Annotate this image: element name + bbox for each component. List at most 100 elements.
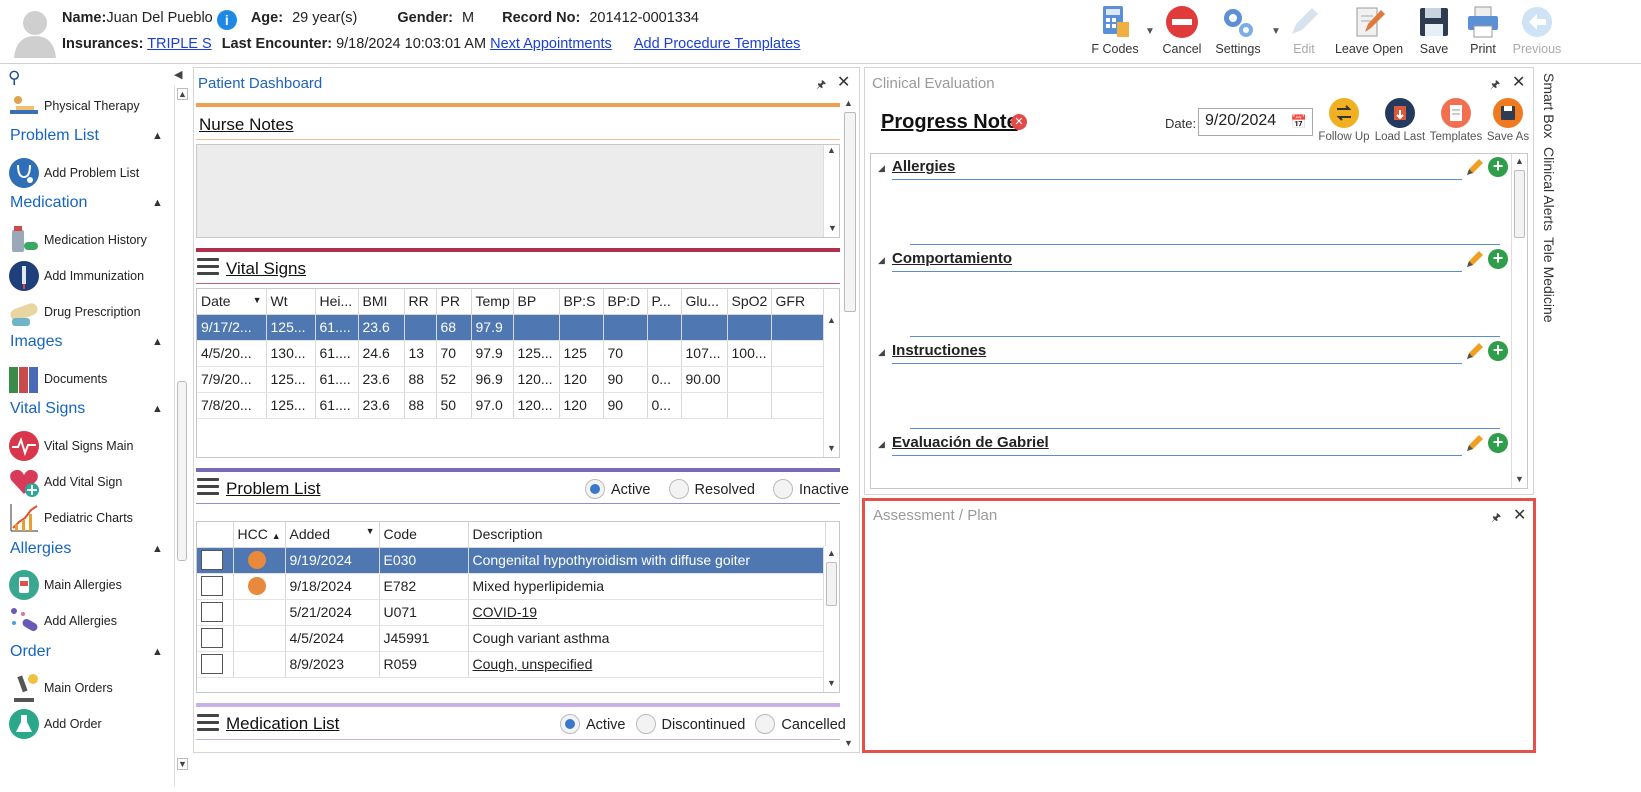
close-icon[interactable]: ✕ [1513, 505, 1526, 525]
scroll-up-icon[interactable]: ▲ [827, 548, 836, 558]
vital-column-header[interactable]: BMI [358, 289, 405, 315]
pencil-icon[interactable] [1464, 248, 1486, 270]
print-button[interactable]: Print [1462, 0, 1504, 60]
section-title[interactable]: Comportamiento [892, 250, 1012, 267]
vital-column-header[interactable]: GFR [771, 289, 824, 315]
nav-item-documents[interactable]: Documents [8, 363, 168, 397]
scroll-up-icon[interactable]: ▲ [844, 98, 853, 108]
collapse-triangle-icon[interactable]: ◢ [878, 439, 885, 450]
scroll-down-icon[interactable]: ▼ [844, 738, 853, 748]
nav-item-pediatric-charts[interactable]: Pediatric Charts [8, 502, 168, 536]
code-column-header[interactable]: Code [379, 522, 469, 548]
nav-item-physical-therapy[interactable]: Physical Therapy [8, 90, 168, 124]
pin-icon[interactable]: 🖈 [1490, 76, 1500, 95]
previous-button[interactable]: Previous [1512, 0, 1562, 60]
pin-icon[interactable]: 🖈 [816, 76, 826, 95]
cancel-button[interactable]: Cancel [1160, 0, 1204, 60]
select-column-header[interactable] [197, 522, 234, 548]
scroll-down-icon[interactable]: ▼ [827, 443, 836, 453]
dashboard-scroll-thumb[interactable] [844, 112, 856, 312]
info-icon[interactable]: i [216, 10, 237, 30]
vital-column-header[interactable]: Wt [266, 289, 316, 315]
table-row[interactable]: 5/21/2024 U071 COVID-19 [197, 599, 826, 626]
templates-button[interactable]: Templates [1428, 98, 1484, 143]
vital-signs-scrollbar[interactable]: ▲ ▼ [823, 313, 839, 457]
table-row[interactable]: 4/5/20... 130... 61.... 24.6 13 70 97.9 125... 1… [197, 340, 824, 367]
vital-column-header[interactable]: Temp [471, 289, 514, 315]
vital-column-header[interactable]: P... [647, 289, 682, 315]
fcodes-button[interactable]: F Codes [1085, 0, 1145, 60]
nav-item-add-allergies[interactable]: Add Allergies [8, 605, 168, 639]
vital-column-header[interactable]: Date ▼ [197, 289, 267, 315]
table-row[interactable]: 9/18/2024 E782 Mixed hyperlipidemia [197, 573, 826, 600]
pencil-icon[interactable] [1464, 432, 1486, 454]
vital-column-header[interactable]: BP:S [559, 289, 604, 315]
added-column-header[interactable]: Added ▼ [285, 522, 380, 548]
scroll-up-icon[interactable]: ▲ [827, 315, 836, 325]
nav-section-allergies[interactable]: Allergies ▲ [10, 540, 163, 558]
nav-item-add-order[interactable]: Add Order [8, 708, 168, 742]
hcc-column-header[interactable]: HCC ▲ [233, 522, 286, 548]
nav-item-add-vital-sign[interactable]: Add Vital Sign [8, 466, 168, 500]
chevron-up-icon[interactable]: ▲ [152, 130, 163, 142]
calendar-icon[interactable]: 📅 [1291, 114, 1307, 130]
progress-note-title[interactable]: Progress Note [881, 111, 1018, 134]
nav-item-main-orders[interactable]: Main Orders [8, 672, 168, 706]
add-icon[interactable]: + [1488, 249, 1508, 269]
pencil-icon[interactable] [1464, 156, 1486, 178]
nav-section-order[interactable]: Order ▲ [10, 643, 163, 661]
nav-item-add-problem-list[interactable]: Add Problem List [8, 157, 168, 191]
pin-icon[interactable]: 🖈 [1491, 509, 1501, 528]
assessment-plan-panel[interactable]: Assessment / Plan 🖈 ✕ [862, 498, 1536, 753]
problem-list-scroll-thumb[interactable] [826, 562, 837, 606]
date-field[interactable]: 9/20/2024 📅 [1198, 108, 1313, 136]
clinical-scrollbar[interactable]: ▲ ▼ [1511, 154, 1527, 488]
nav-section-vital-signs[interactable]: Vital Signs ▲ [10, 400, 163, 418]
insurance-link[interactable]: TRIPLE S [147, 36, 211, 52]
add-procedure-templates-link[interactable]: Add Procedure Templates [634, 36, 801, 52]
column-filter-icon[interactable]: ▼ [366, 526, 375, 536]
vital-column-header[interactable]: RR [404, 289, 437, 315]
vital-column-header[interactable]: PR [436, 289, 472, 315]
nav-section-problem-list[interactable]: Problem List ▲ [10, 127, 163, 145]
pencil-icon[interactable] [1464, 340, 1486, 362]
chevron-up-icon[interactable]: ▲ [152, 336, 163, 348]
edit-button[interactable]: Edit [1286, 0, 1322, 60]
nurse-notes-scrollbar[interactable]: ▲ ▼ [823, 145, 839, 237]
nav-item-drug-prescription[interactable]: Drug Prescription [8, 296, 168, 330]
table-row[interactable]: 8/9/2023 R059 Cough, unspecified [197, 651, 826, 678]
dashboard-scrollbar[interactable]: ▲ ▼ [841, 98, 859, 752]
scroll-down-icon[interactable]: ▼ [828, 223, 837, 233]
hamburger-menu-icon[interactable] [197, 478, 219, 496]
settings-button[interactable]: Settings [1214, 0, 1262, 60]
collapse-triangle-icon[interactable]: ◢ [878, 347, 885, 358]
add-icon[interactable]: + [1488, 157, 1508, 177]
scroll-up-icon[interactable]: ▲ [827, 145, 836, 155]
settings-dropdown-icon[interactable]: ▼ [1271, 26, 1281, 37]
section-title[interactable]: Allergies [892, 158, 955, 175]
hamburger-menu-icon[interactable] [197, 714, 219, 732]
add-icon[interactable]: + [1488, 433, 1508, 453]
radio-resolved[interactable] [668, 479, 689, 499]
nav-scroll-thumb[interactable] [177, 381, 187, 561]
radio-discontinued[interactable] [635, 714, 656, 734]
problem-list-scrollbar[interactable]: ▲ ▼ [823, 546, 839, 692]
row-checkbox[interactable] [201, 602, 223, 622]
nav-item-add-immunization[interactable]: Add Immunization [8, 260, 168, 294]
radio-active[interactable] [560, 714, 580, 734]
leave-open-button[interactable]: Leave Open [1334, 0, 1404, 60]
hamburger-menu-icon[interactable] [197, 258, 219, 276]
collapse-nav-icon[interactable]: ◀ [174, 68, 182, 81]
scroll-up-icon[interactable]: ▲ [177, 88, 188, 100]
vital-column-header[interactable]: Glu... [681, 289, 728, 315]
table-row[interactable]: 7/9/20... 125... 61.... 23.6 88 52 96.9 120... 1… [197, 366, 824, 393]
vital-column-header[interactable]: BP [513, 289, 560, 315]
vital-column-header[interactable]: BP:D [603, 289, 648, 315]
nav-section-images[interactable]: Images ▲ [10, 333, 163, 351]
close-icon[interactable]: ✕ [1512, 72, 1525, 92]
chevron-up-icon[interactable]: ▲ [152, 646, 163, 658]
clinical-scroll-thumb[interactable] [1514, 170, 1525, 238]
row-checkbox[interactable] [201, 576, 223, 596]
section-title[interactable]: Instructiones [892, 342, 986, 359]
next-appointments-link[interactable]: Next Appointments [490, 36, 612, 52]
